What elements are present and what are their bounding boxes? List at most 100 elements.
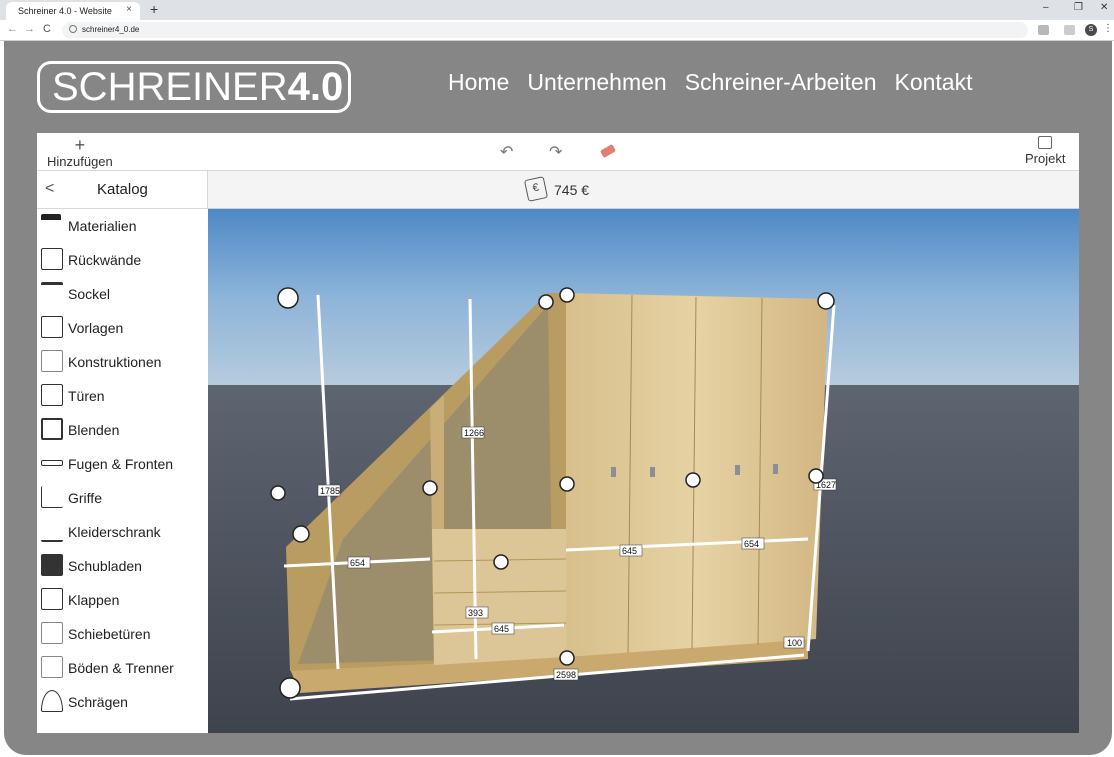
site-logo[interactable]: SCHREINER4.0 [37, 61, 351, 113]
project-icon [1038, 136, 1053, 149]
dim-right-width: 654 [744, 539, 759, 549]
resize-handle [559, 476, 575, 492]
template-icon [41, 316, 63, 338]
door-handle [735, 465, 740, 475]
plus-icon: + [74, 135, 86, 155]
minimize-icon[interactable]: – [1043, 2, 1049, 13]
sliding-door-icon [41, 622, 63, 644]
sidebar-item-griffe[interactable]: Griffe [37, 481, 208, 515]
sidebar-item-label: Schrägen [68, 694, 128, 710]
resize-handle [292, 525, 310, 543]
reload-icon[interactable]: C [43, 23, 51, 35]
logo-version: 4.0 [287, 65, 344, 109]
forward-icon[interactable]: → [24, 23, 35, 35]
resize-handle [808, 468, 824, 484]
sidebar-item-label: Sockel [68, 286, 111, 302]
back-icon[interactable]: ← [7, 23, 18, 35]
extension-icon[interactable] [1038, 25, 1049, 35]
tab-close-icon[interactable]: × [126, 4, 132, 15]
3d-viewport[interactable]: 1785 1266 1627 654 645 654 393 645 100 2… [208, 209, 1079, 733]
construction-icon [41, 350, 63, 372]
sidebar-item-schubladen[interactable]: Schubladen [37, 549, 208, 583]
profile-avatar[interactable]: S [1085, 24, 1097, 36]
configurator-toolbar: + Hinzufügen ↶ ↷ Projekt [37, 133, 1079, 171]
resize-handle [538, 294, 554, 310]
nav-unternehmen[interactable]: Unternehmen [527, 69, 666, 99]
door-icon [41, 384, 63, 406]
nav-kontakt[interactable]: Kontakt [894, 69, 972, 99]
url-text: schreiner4_0.de [82, 25, 140, 34]
sidebar-item-label: Vorlagen [68, 320, 124, 336]
sidebar-item-blenden[interactable]: Blenden [37, 413, 208, 447]
sidebar-item-schiebetueren[interactable]: Schiebetüren [37, 617, 208, 651]
lock-icon [69, 25, 77, 33]
dim-mid-width: 645 [622, 546, 637, 556]
sidebar-item-sockel[interactable]: Sockel [37, 277, 208, 311]
add-label: Hinzufügen [47, 154, 113, 169]
sidebar-item-label: Fugen & Fronten [68, 456, 174, 472]
sidebar-item-materialien[interactable]: Materialien [37, 209, 208, 243]
back-arrow-icon[interactable]: < [45, 180, 54, 198]
eraser-icon[interactable] [599, 144, 617, 158]
project-button[interactable]: Projekt [1025, 136, 1065, 166]
sidebar-item-kleiderschrank[interactable]: Kleiderschrank [37, 515, 208, 549]
sidebar-item-schraegen[interactable]: Schrägen [37, 685, 208, 719]
maximize-icon[interactable]: ❐ [1074, 2, 1083, 13]
undo-icon[interactable]: ↶ [500, 142, 513, 162]
door-handle [650, 467, 655, 477]
add-button[interactable]: + Hinzufügen [47, 136, 113, 169]
sidebar-item-konstruktionen[interactable]: Konstruktionen [37, 345, 208, 379]
dim-left-height: 1785 [320, 486, 340, 496]
door-handle [773, 464, 778, 474]
sidebar-item-label: Schiebetüren [68, 626, 151, 642]
sidebar-item-label: Konstruktionen [68, 354, 162, 370]
slope-icon [41, 690, 63, 712]
configurator: + Hinzufügen ↶ ↷ Projekt < Katalog € 745 [37, 133, 1079, 733]
resize-handle [559, 287, 575, 303]
corner-handle [817, 292, 835, 310]
drawer-icon [41, 554, 63, 576]
sidebar-item-vorlagen[interactable]: Vorlagen [37, 311, 208, 345]
sidebar-item-rueckwaende[interactable]: Rückwände [37, 243, 208, 277]
sidebar-item-label: Klappen [68, 592, 120, 608]
main-nav: Home Unternehmen Schreiner-Arbeiten Kont… [448, 69, 972, 99]
new-tab-button[interactable]: + [150, 1, 158, 17]
sidebar-item-boeden-trenner[interactable]: Böden & Trenner [37, 651, 208, 685]
cabinet-drawer-block [432, 529, 566, 665]
sidebar-item-label: Griffe [68, 490, 102, 506]
sidebar-item-label: Böden & Trenner [68, 660, 174, 676]
price-tag-icon: € [523, 176, 549, 202]
project-label: Projekt [1025, 151, 1066, 166]
panel-icon [41, 418, 63, 440]
back-panel-icon [41, 248, 63, 270]
tab-title: Schreiner 4.0 - Website [18, 6, 112, 16]
close-window-icon[interactable]: ✕ [1100, 2, 1108, 13]
catalog-header: < Katalog [37, 171, 208, 209]
dim-depth: 100 [787, 638, 802, 648]
redo-icon[interactable]: ↷ [549, 142, 562, 162]
resize-handle [559, 650, 575, 666]
3d-scene[interactable]: 1785 1266 1627 654 645 654 393 645 100 2… [208, 209, 1079, 733]
nav-schreiner-arbeiten[interactable]: Schreiner-Arbeiten [685, 69, 877, 99]
browser-tab-bar: Schreiner 4.0 - Website × + – ❐ ✕ [0, 0, 1114, 20]
sidebar-item-klappen[interactable]: Klappen [37, 583, 208, 617]
sidebar-item-label: Türen [68, 388, 105, 404]
resize-handle [493, 554, 509, 570]
price-bar: € 745 € [208, 171, 1079, 209]
nav-home[interactable]: Home [448, 69, 509, 99]
sidebar-item-fugen-fronten[interactable]: Fugen & Fronten [37, 447, 208, 481]
cast-icon[interactable] [1064, 25, 1075, 35]
browser-menu-icon[interactable]: ⋮ [1103, 23, 1113, 34]
browser-tab[interactable]: Schreiner 4.0 - Website × [6, 2, 140, 20]
dim-mid-height: 1266 [464, 428, 484, 438]
dim-left-width: 654 [350, 558, 365, 568]
sidebar-item-label: Kleiderschrank [68, 524, 161, 540]
handle-icon [41, 486, 63, 508]
flap-icon [41, 588, 63, 610]
sidebar-item-tueren[interactable]: Türen [37, 379, 208, 413]
sidebar-item-label: Schubladen [68, 558, 142, 574]
paint-roller-icon [41, 214, 61, 234]
price-value: 745 € [554, 182, 590, 198]
url-input[interactable]: schreiner4_0.de [62, 22, 1028, 38]
shelf-divider-icon [41, 656, 63, 678]
